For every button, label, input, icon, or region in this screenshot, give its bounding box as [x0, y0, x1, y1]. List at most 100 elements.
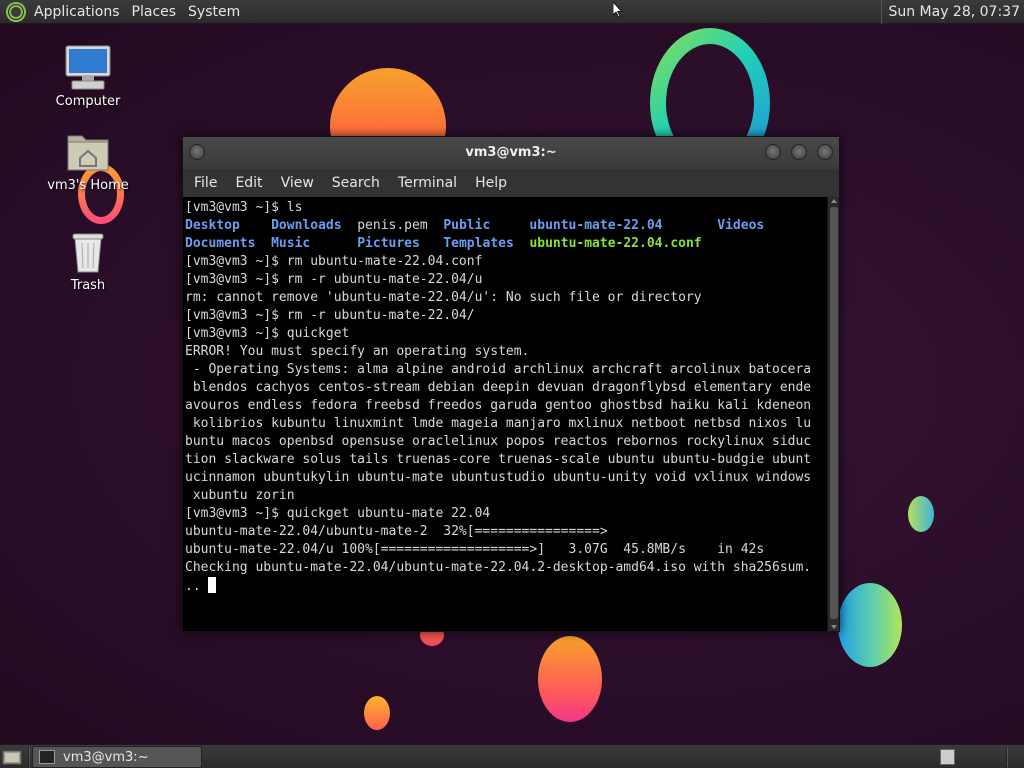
computer-icon	[64, 44, 112, 92]
terminal-text: tion slackware solus tails truenas-core …	[185, 452, 812, 467]
terminal-text: [vm3@vm3 ~]$ rm ubuntu-mate-22.04.conf	[185, 254, 483, 269]
terminal-line: [vm3@vm3 ~]$ rm -r ubuntu-mate-22.04/u	[185, 271, 827, 289]
terminal-output[interactable]: [vm3@vm3 ~]$ ls Desktop Downloads penis.p…	[183, 197, 827, 631]
clock[interactable]: Sun May 28, 07:37	[881, 0, 1024, 24]
terminal-line: ..	[185, 577, 827, 595]
wallpaper-shape	[908, 496, 934, 532]
terminal-line: avouros endless fedora freebsd freedos g…	[185, 397, 827, 415]
terminal-line: [vm3@vm3 ~]$ rm -r ubuntu-mate-22.04/	[185, 307, 827, 325]
desktop-icon-computer[interactable]: Computer	[38, 44, 138, 109]
terminal-text: kolibrios kubuntu linuxmint lmde mageia …	[185, 416, 812, 431]
terminal-text: buntu macos openbsd opensuse oraclelinux…	[185, 434, 812, 449]
terminal-line: - Operating Systems: alma alpine android…	[185, 361, 827, 379]
menu-file[interactable]: File	[185, 175, 226, 191]
system-menu[interactable]: System	[182, 4, 246, 20]
terminal-text: ubuntu-mate-22.04/ubuntu-mate-2 32%[====…	[185, 524, 608, 539]
panel-separator	[28, 747, 30, 767]
menu-search[interactable]: Search	[323, 175, 389, 191]
places-menu[interactable]: Places	[126, 4, 183, 20]
terminal-line: [vm3@vm3 ~]$ quickget ubuntu-mate 22.04	[185, 505, 827, 523]
terminal-text: penis.pem	[341, 218, 444, 233]
terminal-text: Videos	[717, 218, 765, 233]
terminal-text: Checking ubuntu-mate-22.04/ubuntu-mate-2…	[185, 560, 812, 575]
terminal-text: avouros endless fedora freebsd freedos g…	[185, 398, 812, 413]
desktop-icon-trash[interactable]: Trash	[38, 228, 138, 293]
terminal-line: ubuntu-mate-22.04/ubuntu-mate-2 32%[====…	[185, 523, 827, 541]
terminal-text: ucinnamon ubuntukylin ubuntu-mate ubuntu…	[185, 470, 812, 485]
panel-separator	[1006, 747, 1008, 767]
top-panel: Applications Places System Sun May 28, 0…	[0, 0, 1024, 24]
terminal-menubar: File Edit View Search Terminal Help	[183, 169, 839, 197]
menu-view[interactable]: View	[272, 175, 323, 191]
terminal-line: ubuntu-mate-22.04/u 100%[===============…	[185, 541, 827, 559]
trash-icon	[64, 228, 112, 276]
terminal-line: Documents Music Pictures Templates ubunt…	[185, 235, 827, 253]
wallpaper-shape	[364, 696, 390, 730]
terminal-line: [vm3@vm3 ~]$ rm ubuntu-mate-22.04.conf	[185, 253, 827, 271]
window-title: vm3@vm3:~	[465, 145, 557, 160]
terminal-text: Pictures	[357, 236, 420, 251]
terminal-text: blendos cachyos centos-stream debian dee…	[185, 380, 812, 395]
terminal-text: rm: cannot remove 'ubuntu-mate-22.04/u':…	[185, 290, 702, 305]
terminal-text: ERROR! You must specify an operating sys…	[185, 344, 530, 359]
desktop-icon-label: vm3's Home	[47, 178, 129, 193]
terminal-line: xubuntu zorin	[185, 487, 827, 505]
terminal-text: [vm3@vm3 ~]$ rm -r ubuntu-mate-22.04/	[185, 308, 475, 323]
terminal-text: [vm3@vm3 ~]$ ls	[185, 200, 303, 215]
text-cursor	[208, 577, 217, 593]
scroll-up-icon[interactable]	[831, 199, 837, 203]
applications-menu[interactable]: Applications	[32, 4, 126, 20]
home-folder-icon	[64, 128, 112, 176]
desktop-icon-home[interactable]: vm3's Home	[38, 128, 138, 193]
terminal-text: Documents	[185, 236, 256, 251]
show-desktop-icon[interactable]	[2, 748, 22, 766]
terminal-text: Music	[271, 236, 311, 251]
scroll-down-icon[interactable]	[831, 625, 837, 629]
terminal-line: [vm3@vm3 ~]$ quickget	[185, 325, 827, 343]
minimize-button[interactable]	[765, 144, 781, 160]
window-titlebar[interactable]: vm3@vm3:~	[183, 137, 839, 169]
terminal-line: ucinnamon ubuntukylin ubuntu-mate ubuntu…	[185, 469, 827, 487]
taskbar-button-terminal[interactable]: vm3@vm3:~	[32, 746, 202, 768]
terminal-text: Templates	[443, 236, 514, 251]
terminal-text: [vm3@vm3 ~]$ rm -r ubuntu-mate-22.04/u	[185, 272, 483, 287]
terminal-text: Desktop	[185, 218, 240, 233]
bottom-panel: vm3@vm3:~	[0, 744, 1024, 768]
terminal-line: blendos cachyos centos-stream debian dee…	[185, 379, 827, 397]
terminal-line: kolibrios kubuntu linuxmint lmde mageia …	[185, 415, 827, 433]
terminal-text: ..	[185, 579, 209, 594]
terminal-text: ubuntu-mate-22.04.conf	[529, 236, 702, 251]
terminal-line: Checking ubuntu-mate-22.04/ubuntu-mate-2…	[185, 559, 827, 577]
desktop-icon-label: Trash	[70, 278, 106, 293]
terminal-text: [vm3@vm3 ~]$ quickget ubuntu-mate 22.04	[185, 506, 491, 521]
terminal-window[interactable]: vm3@vm3:~ File Edit View Search Terminal…	[182, 136, 840, 632]
terminal-text: Public	[443, 218, 491, 233]
taskbar-button-label: vm3@vm3:~	[63, 749, 149, 765]
wallpaper-shape	[538, 636, 602, 722]
scrollbar-thumb[interactable]	[830, 207, 838, 619]
terminal-line: rm: cannot remove 'ubuntu-mate-22.04/u':…	[185, 289, 827, 307]
terminal-text: ubuntu-mate-22.04	[529, 218, 663, 233]
workspace-switcher[interactable]	[940, 749, 955, 765]
maximize-button[interactable]	[791, 144, 807, 160]
terminal-text: Downloads	[271, 218, 342, 233]
terminal-line: tion slackware solus tails truenas-core …	[185, 451, 827, 469]
terminal-text: ubuntu-mate-22.04/u 100%[===============…	[185, 542, 765, 557]
desktop-icon-label: Computer	[55, 94, 121, 109]
wallpaper-shape	[838, 583, 902, 667]
terminal-text: - Operating Systems: alma alpine android…	[185, 362, 812, 377]
terminal-text: [vm3@vm3 ~]$ quickget	[185, 326, 350, 341]
mate-logo-icon[interactable]	[6, 1, 26, 22]
terminal-scrollbar[interactable]	[827, 197, 839, 631]
menu-edit[interactable]: Edit	[226, 175, 271, 191]
close-button[interactable]	[817, 144, 833, 160]
menu-help[interactable]: Help	[466, 175, 516, 191]
terminal-line: buntu macos openbsd opensuse oraclelinux…	[185, 433, 827, 451]
menu-terminal[interactable]: Terminal	[389, 175, 466, 191]
